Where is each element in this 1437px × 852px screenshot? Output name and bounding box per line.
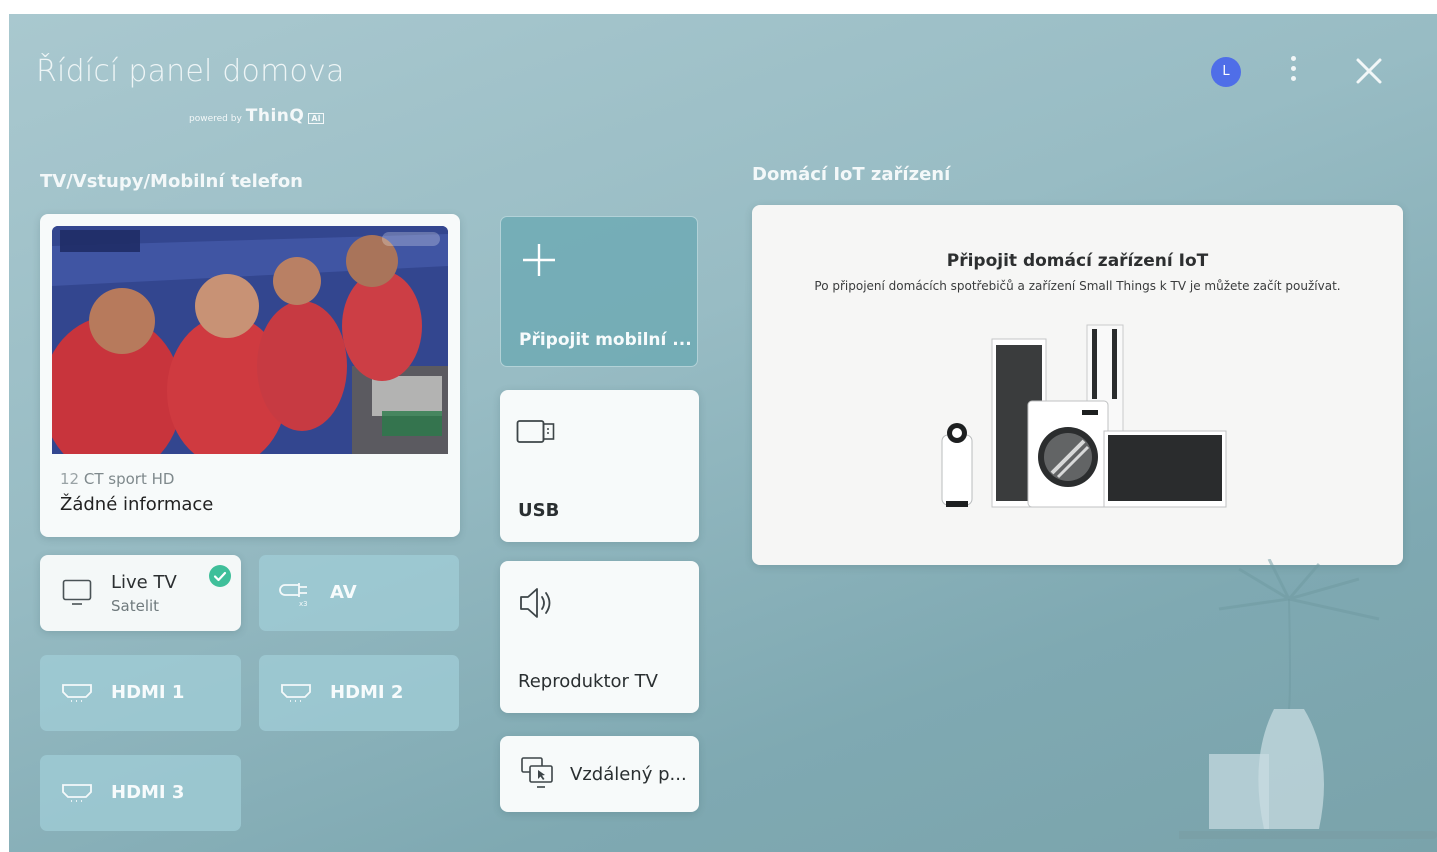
live-tv-preview [52,226,448,454]
background-decor-plant [1059,558,1437,852]
svg-text:x3: x3 [299,600,308,607]
hdmi-1-label: HDMI 1 [111,682,185,703]
usb-label: USB [518,500,560,521]
program-info: Žádné informace [60,494,214,515]
hdmi-port-icon [60,781,94,809]
input-hdmi-3[interactable]: HDMI 3 [40,755,241,831]
live-tv-source: Satelit [111,597,160,615]
channel-label: 12 CT sport HD [60,470,174,488]
section-title-inputs: TV/Vstupy/Mobilní telefon [40,171,303,192]
live-tv-label: Live TV [111,572,177,593]
iot-appliances-illustration [941,324,1227,508]
av-cable-icon: x3 [279,579,313,611]
profile-avatar[interactable]: L [1211,57,1241,87]
usb-device-card[interactable]: USB [500,390,699,542]
remote-access-card[interactable]: Vzdálený p... [500,736,699,812]
ai-badge: AI [308,113,324,124]
channel-name: CT sport HD [83,470,175,488]
thinq-brand: ThinQ [245,106,305,126]
now-playing-card[interactable]: 12 CT sport HD Žádné informace [40,214,460,537]
hdmi-port-icon [279,681,313,709]
connect-mobile-label: Připojit mobilní ... [519,330,692,350]
connect-mobile-button[interactable]: Připojit mobilní ... [500,216,698,367]
remote-screen-icon [520,756,556,796]
section-title-iot: Domácí IoT zařízení [752,164,951,185]
speaker-icon [518,585,558,625]
home-dashboard-screen: Řídící panel domova powered by ThinQ AI … [9,14,1437,852]
page-title: Řídící panel domova [36,54,345,89]
channel-number: 12 [60,470,80,488]
input-hdmi-1[interactable]: HDMI 1 [40,655,241,731]
usb-icon [516,418,556,450]
tv-speaker-card[interactable]: Reproduktor TV [500,561,699,713]
input-hdmi-2[interactable]: HDMI 2 [259,655,459,731]
input-av[interactable]: x3 AV [259,555,459,631]
iot-subtext: Po připojení domácích spotřebičů a zaříz… [814,279,1341,293]
thinq-logo: powered by ThinQ AI [189,106,324,126]
speaker-label: Reproduktor TV [518,671,658,692]
plus-icon [521,239,557,285]
more-options-icon[interactable] [1283,52,1303,88]
hdmi-2-label: HDMI 2 [330,682,404,703]
tv-icon [62,579,92,611]
remote-label: Vzdálený p... [570,764,687,785]
av-label: AV [330,582,357,603]
active-check-icon [209,565,231,587]
hdmi-port-icon [60,681,94,709]
iot-connect-card[interactable]: Připojit domácí zařízení IoT Po připojen… [752,205,1403,565]
powered-by-label: powered by [189,114,242,124]
close-icon[interactable] [1352,54,1386,88]
input-live-tv[interactable]: Live TV Satelit [40,555,241,631]
iot-heading: Připojit domácí zařízení IoT [946,251,1209,271]
hdmi-3-label: HDMI 3 [111,782,185,803]
